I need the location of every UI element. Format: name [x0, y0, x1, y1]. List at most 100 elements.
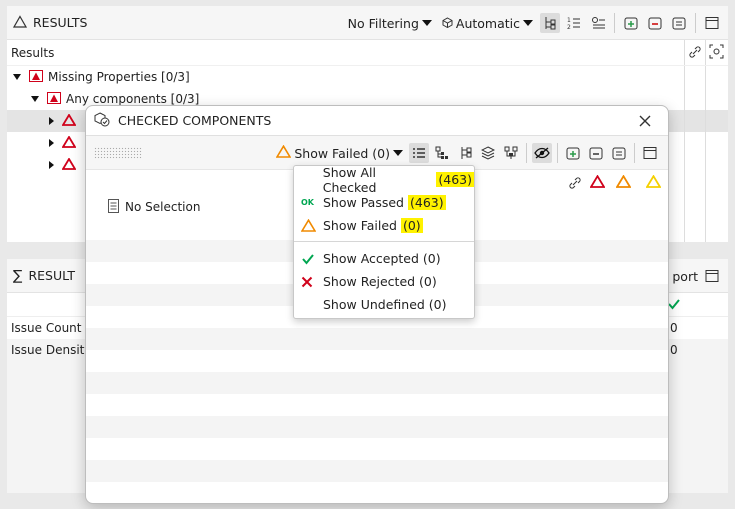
window-icon [643, 147, 657, 159]
warning-triangle-icon [301, 219, 323, 232]
expand-arrow-icon[interactable] [31, 96, 39, 102]
caution-column-icon[interactable] [645, 174, 662, 191]
remove-item-button[interactable] [645, 13, 665, 33]
sort-list-icon: 12 [567, 17, 580, 30]
dialog-title-bar: CHECKED COMPONENTS [86, 106, 668, 136]
tree-branch-icon [461, 147, 472, 159]
sort-list-button[interactable]: 12 [564, 13, 584, 33]
toolbar-separator [634, 143, 635, 163]
error-column-icon[interactable] [589, 174, 606, 191]
visibility-toggle-button[interactable] [532, 143, 552, 163]
results-panel-header: RESULTS No Filtering Automatic 12 [7, 6, 728, 40]
toolbar-separator [614, 13, 615, 33]
add-item-button[interactable] [563, 143, 583, 163]
triangle-outline-icon [12, 14, 28, 31]
document-icon [108, 198, 119, 216]
link-icon[interactable] [568, 176, 582, 193]
svg-text:1: 1 [567, 17, 571, 24]
eye-hidden-icon [534, 147, 550, 159]
check-icon [301, 253, 323, 265]
chevron-down-icon [523, 20, 533, 26]
tree-row-missing-properties[interactable]: Missing Properties [0/3] [7, 66, 728, 88]
no-selection-text: No Selection [125, 200, 201, 214]
close-icon [639, 115, 651, 127]
svg-text:2: 2 [567, 24, 571, 30]
summary-panel-title: RESULT [28, 268, 75, 283]
menu-item-show-accepted[interactable]: Show Accepted (0) [294, 247, 474, 270]
results-column-header: Results [7, 40, 728, 66]
summary-export-label[interactable]: port [672, 269, 698, 284]
summary-row-label: Issue Density [11, 343, 92, 357]
menu-item-label: Show Failed [323, 218, 397, 233]
chevron-down-icon [393, 150, 403, 156]
drag-grip[interactable] [94, 147, 142, 159]
focus-icon[interactable] [709, 44, 724, 62]
window-icon [705, 17, 719, 29]
menu-item-show-undefined[interactable]: Show Undefined (0) [294, 293, 474, 316]
hierarchy-icon [435, 146, 448, 159]
network-icon [504, 146, 518, 159]
menu-item-show-failed[interactable]: Show Failed (0) [294, 214, 474, 237]
tree-view-icon [545, 17, 556, 30]
chevron-down-icon [421, 20, 432, 26]
results-panel-title: RESULTS [33, 15, 88, 30]
list-box-button[interactable] [669, 13, 689, 33]
add-item-button[interactable] [621, 13, 641, 33]
warning-column-icon[interactable] [615, 174, 632, 191]
window-button[interactable] [702, 266, 722, 286]
summary-row-label: Issue Count [11, 321, 82, 335]
summary-row-value: 0 [670, 343, 678, 357]
flat-list-button[interactable] [409, 143, 429, 163]
ok-icon: OK [301, 198, 314, 207]
menu-item-label: Show Undefined (0) [323, 297, 447, 312]
mode-dropdown[interactable]: Automatic [439, 16, 536, 31]
layers-icon [481, 146, 495, 160]
plus-box-icon [566, 147, 580, 160]
tree-row-label: Any components [0/3] [66, 92, 200, 106]
remove-item-button[interactable] [586, 143, 606, 163]
window-button[interactable] [702, 13, 722, 33]
menu-item-show-passed[interactable]: OK Show Passed (463) [294, 191, 474, 214]
expand-arrow-icon[interactable] [13, 74, 21, 80]
menu-item-label: Show Accepted (0) [323, 251, 441, 266]
expand-arrow-icon[interactable] [49, 161, 54, 169]
menu-item-label: Show Passed [323, 195, 404, 210]
check-icon [667, 298, 681, 313]
filter-dropdown[interactable]: No Filtering [345, 16, 435, 31]
menu-item-show-all-checked[interactable]: Show All Checked (463) [294, 165, 474, 195]
hierarchy-button[interactable] [432, 143, 452, 163]
sigma-icon: ∑ [13, 267, 23, 284]
close-button[interactable] [636, 112, 654, 130]
tree-view-button[interactable] [540, 13, 560, 33]
list-box-icon [672, 17, 686, 30]
expand-arrow-icon[interactable] [49, 117, 54, 125]
error-category-icon [29, 69, 43, 85]
warning-triangle-icon [275, 144, 292, 161]
network-button[interactable] [501, 143, 521, 163]
no-selection-row: No Selection [108, 196, 200, 218]
list-box-button[interactable] [609, 143, 629, 163]
status-filter-label: Show Failed (0) [294, 145, 390, 161]
window-button[interactable] [640, 143, 660, 163]
flat-list-icon [413, 148, 425, 158]
cube-icon [442, 16, 453, 31]
menu-item-count: (0) [400, 218, 423, 233]
menu-item-label: Show Rejected (0) [323, 274, 437, 289]
expand-arrow-icon[interactable] [49, 139, 54, 147]
list-box-icon [612, 147, 626, 160]
minus-box-icon [589, 147, 603, 160]
layers-button[interactable] [478, 143, 498, 163]
error-triangle-icon [61, 156, 77, 173]
link-icon[interactable] [688, 45, 702, 62]
summary-row-value: 0 [670, 321, 678, 335]
settings-list-button[interactable] [588, 13, 608, 33]
menu-separator [294, 241, 474, 242]
menu-item-show-rejected[interactable]: Show Rejected (0) [294, 270, 474, 293]
dialog-title: CHECKED COMPONENTS [118, 113, 272, 128]
status-filter-dropdown[interactable]: Show Failed (0) [273, 144, 406, 161]
error-category-icon [47, 91, 61, 107]
error-triangle-icon [61, 134, 77, 151]
tree-branch-button[interactable] [455, 143, 475, 163]
filter-dropdown-label: No Filtering [347, 15, 419, 31]
menu-item-count: (463) [436, 172, 474, 187]
